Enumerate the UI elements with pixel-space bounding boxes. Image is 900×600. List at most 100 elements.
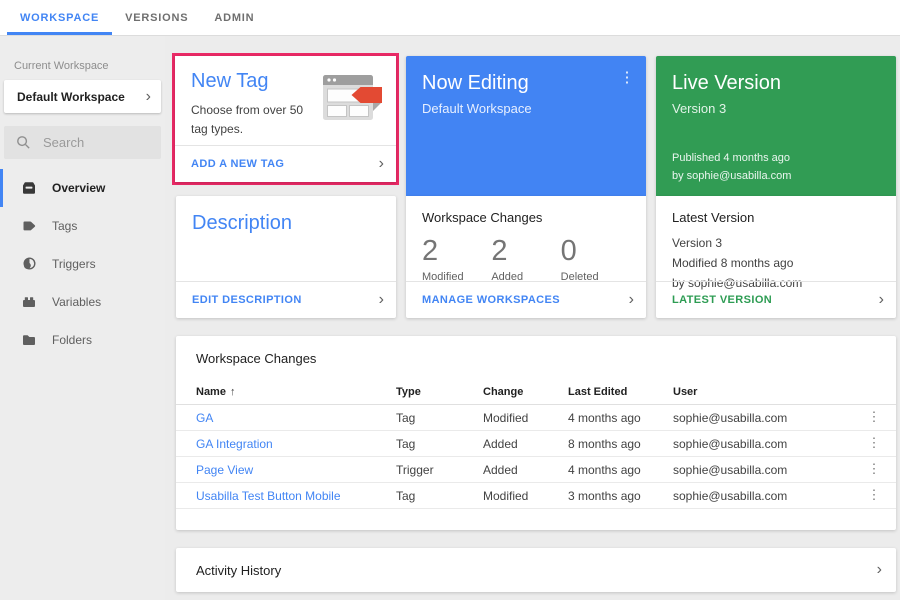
column-header-type[interactable]: Type — [396, 386, 483, 398]
sidebar-item-tags[interactable]: Tags — [0, 207, 165, 245]
row-name-link[interactable]: Usabilla Test Button Mobile — [196, 489, 341, 503]
stat-modified: 2 Modified — [422, 235, 491, 283]
table-header-row: Name↑ Type Change Last Edited User — [176, 379, 896, 405]
stat-deleted-value: 0 — [561, 235, 630, 268]
column-header-name[interactable]: Name↑ — [196, 386, 396, 398]
search-box[interactable] — [4, 126, 161, 159]
edit-description-button[interactable]: EDIT DESCRIPTION › — [176, 281, 396, 318]
row-name-link[interactable]: GA — [196, 411, 213, 425]
tab-admin[interactable]: ADMIN — [201, 0, 267, 35]
kebab-menu-icon[interactable]: ⋮ — [868, 410, 881, 424]
add-new-tag-label: ADD A NEW TAG — [191, 158, 284, 170]
activity-history-title: Activity History — [196, 563, 281, 578]
live-version-published: Published 4 months ago — [672, 149, 791, 168]
row-last-edited: 4 months ago — [568, 463, 673, 477]
workspace-changes-table-card: Workspace Changes Name↑ Type Change Last… — [176, 336, 896, 530]
now-editing-title: Now Editing — [422, 72, 630, 95]
now-editing-column: Now Editing Default Workspace ⋮ Workspac… — [406, 56, 646, 318]
sidebar: Current Workspace Default Workspace › Ov… — [0, 36, 165, 600]
workspace-selector-name: Default Workspace — [17, 90, 125, 104]
row-change: Modified — [483, 489, 568, 503]
tab-versions[interactable]: VERSIONS — [112, 0, 201, 35]
sidebar-item-folders[interactable]: Folders — [0, 321, 165, 359]
manage-workspaces-button[interactable]: MANAGE WORKSPACES › — [406, 281, 646, 318]
overview-icon — [21, 180, 37, 196]
latest-version-title: Latest Version — [672, 210, 880, 225]
chevron-right-icon: › — [877, 562, 882, 578]
row-type: Tag — [396, 489, 483, 503]
live-version-title: Live Version — [672, 72, 880, 95]
sidebar-menu: Overview Tags Triggers Variables — [0, 169, 165, 359]
sidebar-item-variables[interactable]: Variables — [0, 283, 165, 321]
row-user: sophie@usabilla.com — [673, 437, 860, 451]
sidebar-item-overview[interactable]: Overview — [0, 169, 165, 207]
edit-description-label: EDIT DESCRIPTION — [192, 294, 302, 306]
workspace-selector[interactable]: Default Workspace › — [4, 80, 161, 113]
live-version-subtitle: Version 3 — [672, 101, 880, 116]
activity-history-card[interactable]: Activity History › — [176, 548, 896, 592]
column-header-last-edited[interactable]: Last Edited — [568, 386, 673, 398]
live-version-card: Live Version Version 3 Published 4 month… — [656, 56, 896, 196]
row-change: Added — [483, 463, 568, 477]
tab-workspace-label: WORKSPACE — [20, 12, 99, 24]
chevron-right-icon: › — [879, 292, 884, 308]
latest-version-card: Latest Version Version 3 Modified 8 mont… — [656, 196, 896, 318]
main-content: New Tag Choose from over 50 tag types. — [165, 36, 900, 600]
description-card: Description EDIT DESCRIPTION › — [176, 196, 396, 318]
sort-arrow-icon: ↑ — [230, 386, 236, 398]
row-change: Added — [483, 437, 568, 451]
chevron-right-icon: › — [379, 292, 384, 308]
description-title: Description — [176, 196, 396, 235]
latest-version-button[interactable]: LATEST VERSION › — [656, 281, 896, 318]
row-name-link[interactable]: Page View — [196, 463, 253, 477]
kebab-menu-icon[interactable]: ⋮ — [868, 436, 881, 450]
sidebar-item-label: Tags — [52, 219, 77, 233]
folder-icon — [21, 332, 37, 348]
row-name-link[interactable]: GA Integration — [196, 437, 273, 451]
row-type: Tag — [396, 437, 483, 451]
live-version-by: by sophie@usabilla.com — [672, 167, 791, 186]
live-version-column: Live Version Version 3 Published 4 month… — [656, 56, 896, 318]
top-nav: WORKSPACE VERSIONS ADMIN — [0, 0, 900, 36]
row-change: Modified — [483, 411, 568, 425]
tag-icon — [21, 218, 37, 234]
search-input[interactable] — [43, 135, 143, 150]
manage-workspaces-label: MANAGE WORKSPACES — [422, 294, 560, 306]
row-last-edited: 4 months ago — [568, 411, 673, 425]
table-row: GA Tag Modified 4 months ago sophie@usab… — [176, 405, 896, 431]
add-new-tag-button[interactable]: ADD A NEW TAG › — [175, 145, 396, 182]
sidebar-item-label: Overview — [52, 181, 105, 195]
live-version-meta: Published 4 months ago by sophie@usabill… — [672, 149, 791, 186]
tab-versions-label: VERSIONS — [125, 12, 188, 24]
kebab-menu-icon[interactable]: ⋮ — [868, 488, 881, 502]
column-header-user[interactable]: User — [673, 386, 860, 398]
column-header-change[interactable]: Change — [483, 386, 568, 398]
workspace-changes-stats: 2 Modified 2 Added 0 Deleted — [422, 235, 630, 283]
row-last-edited: 8 months ago — [568, 437, 673, 451]
new-tag-card: New Tag Choose from over 50 tag types. — [175, 56, 396, 182]
latest-version-line2: Modified 8 months ago — [672, 254, 880, 274]
row-type: Tag — [396, 411, 483, 425]
sidebar-item-label: Folders — [52, 333, 92, 347]
latest-version-action-label: LATEST VERSION — [672, 294, 772, 306]
row-user: sophie@usabilla.com — [673, 411, 860, 425]
row-user: sophie@usabilla.com — [673, 463, 860, 477]
variables-icon — [21, 294, 37, 310]
now-editing-subtitle: Default Workspace — [422, 101, 630, 116]
chevron-right-icon: › — [146, 89, 151, 105]
stat-added-value: 2 — [491, 235, 560, 268]
row-type: Trigger — [396, 463, 483, 477]
stat-deleted: 0 Deleted — [561, 235, 630, 283]
row-user: sophie@usabilla.com — [673, 489, 860, 503]
new-tag-illustration-icon — [322, 72, 386, 129]
stat-added: 2 Added — [491, 235, 560, 283]
now-editing-card: Now Editing Default Workspace ⋮ — [406, 56, 646, 196]
kebab-menu-icon[interactable]: ⋮ — [618, 70, 636, 87]
latest-version-line1: Version 3 — [672, 234, 880, 254]
chevron-right-icon: › — [379, 156, 384, 172]
tab-workspace[interactable]: WORKSPACE — [7, 0, 112, 35]
table-row: Usabilla Test Button Mobile Tag Modified… — [176, 483, 896, 509]
sidebar-item-triggers[interactable]: Triggers — [0, 245, 165, 283]
sidebar-item-label: Variables — [52, 295, 101, 309]
kebab-menu-icon[interactable]: ⋮ — [868, 462, 881, 476]
